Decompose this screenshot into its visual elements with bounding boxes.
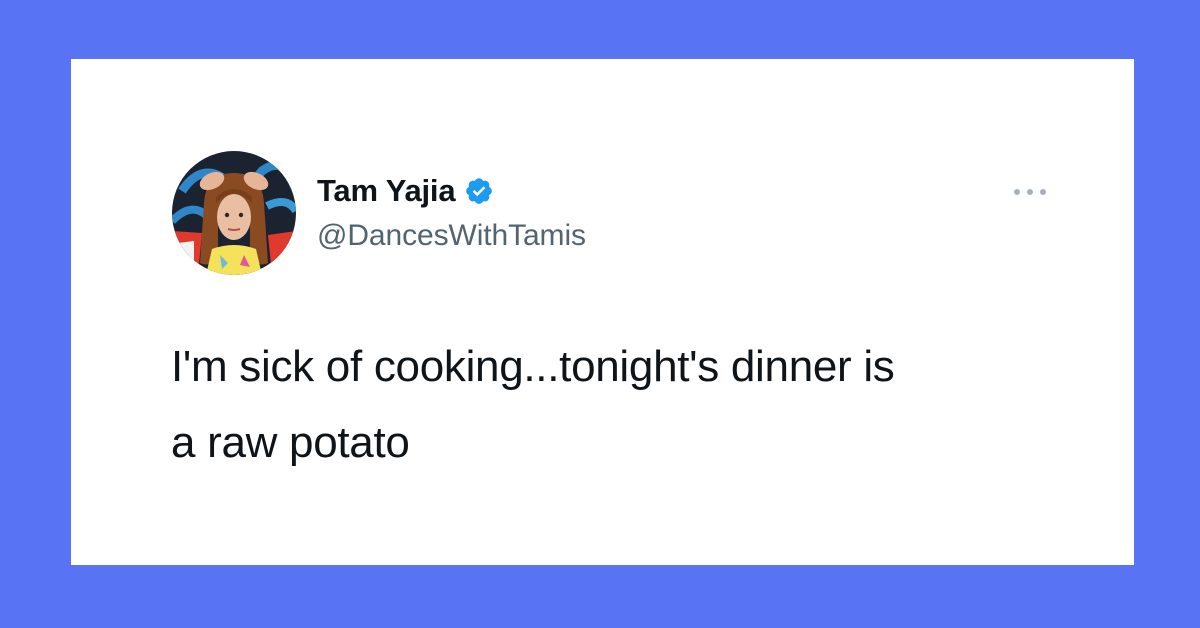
more-horizontal-icon <box>1014 189 1046 195</box>
avatar-image <box>172 151 296 275</box>
author-name[interactable]: Tam Yajia <box>317 173 456 209</box>
author-name-row: Tam Yajia <box>317 171 494 211</box>
more-options-button[interactable] <box>1007 179 1053 205</box>
tweet-text: I'm sick of cooking...tonight's dinner i… <box>171 342 895 467</box>
author-avatar[interactable] <box>172 151 296 275</box>
verified-badge-icon <box>464 176 494 206</box>
tweet-card: Tam Yajia @DancesWithTamis I'm sick of c… <box>71 59 1134 565</box>
author-handle[interactable]: @DancesWithTamis <box>317 219 586 253</box>
